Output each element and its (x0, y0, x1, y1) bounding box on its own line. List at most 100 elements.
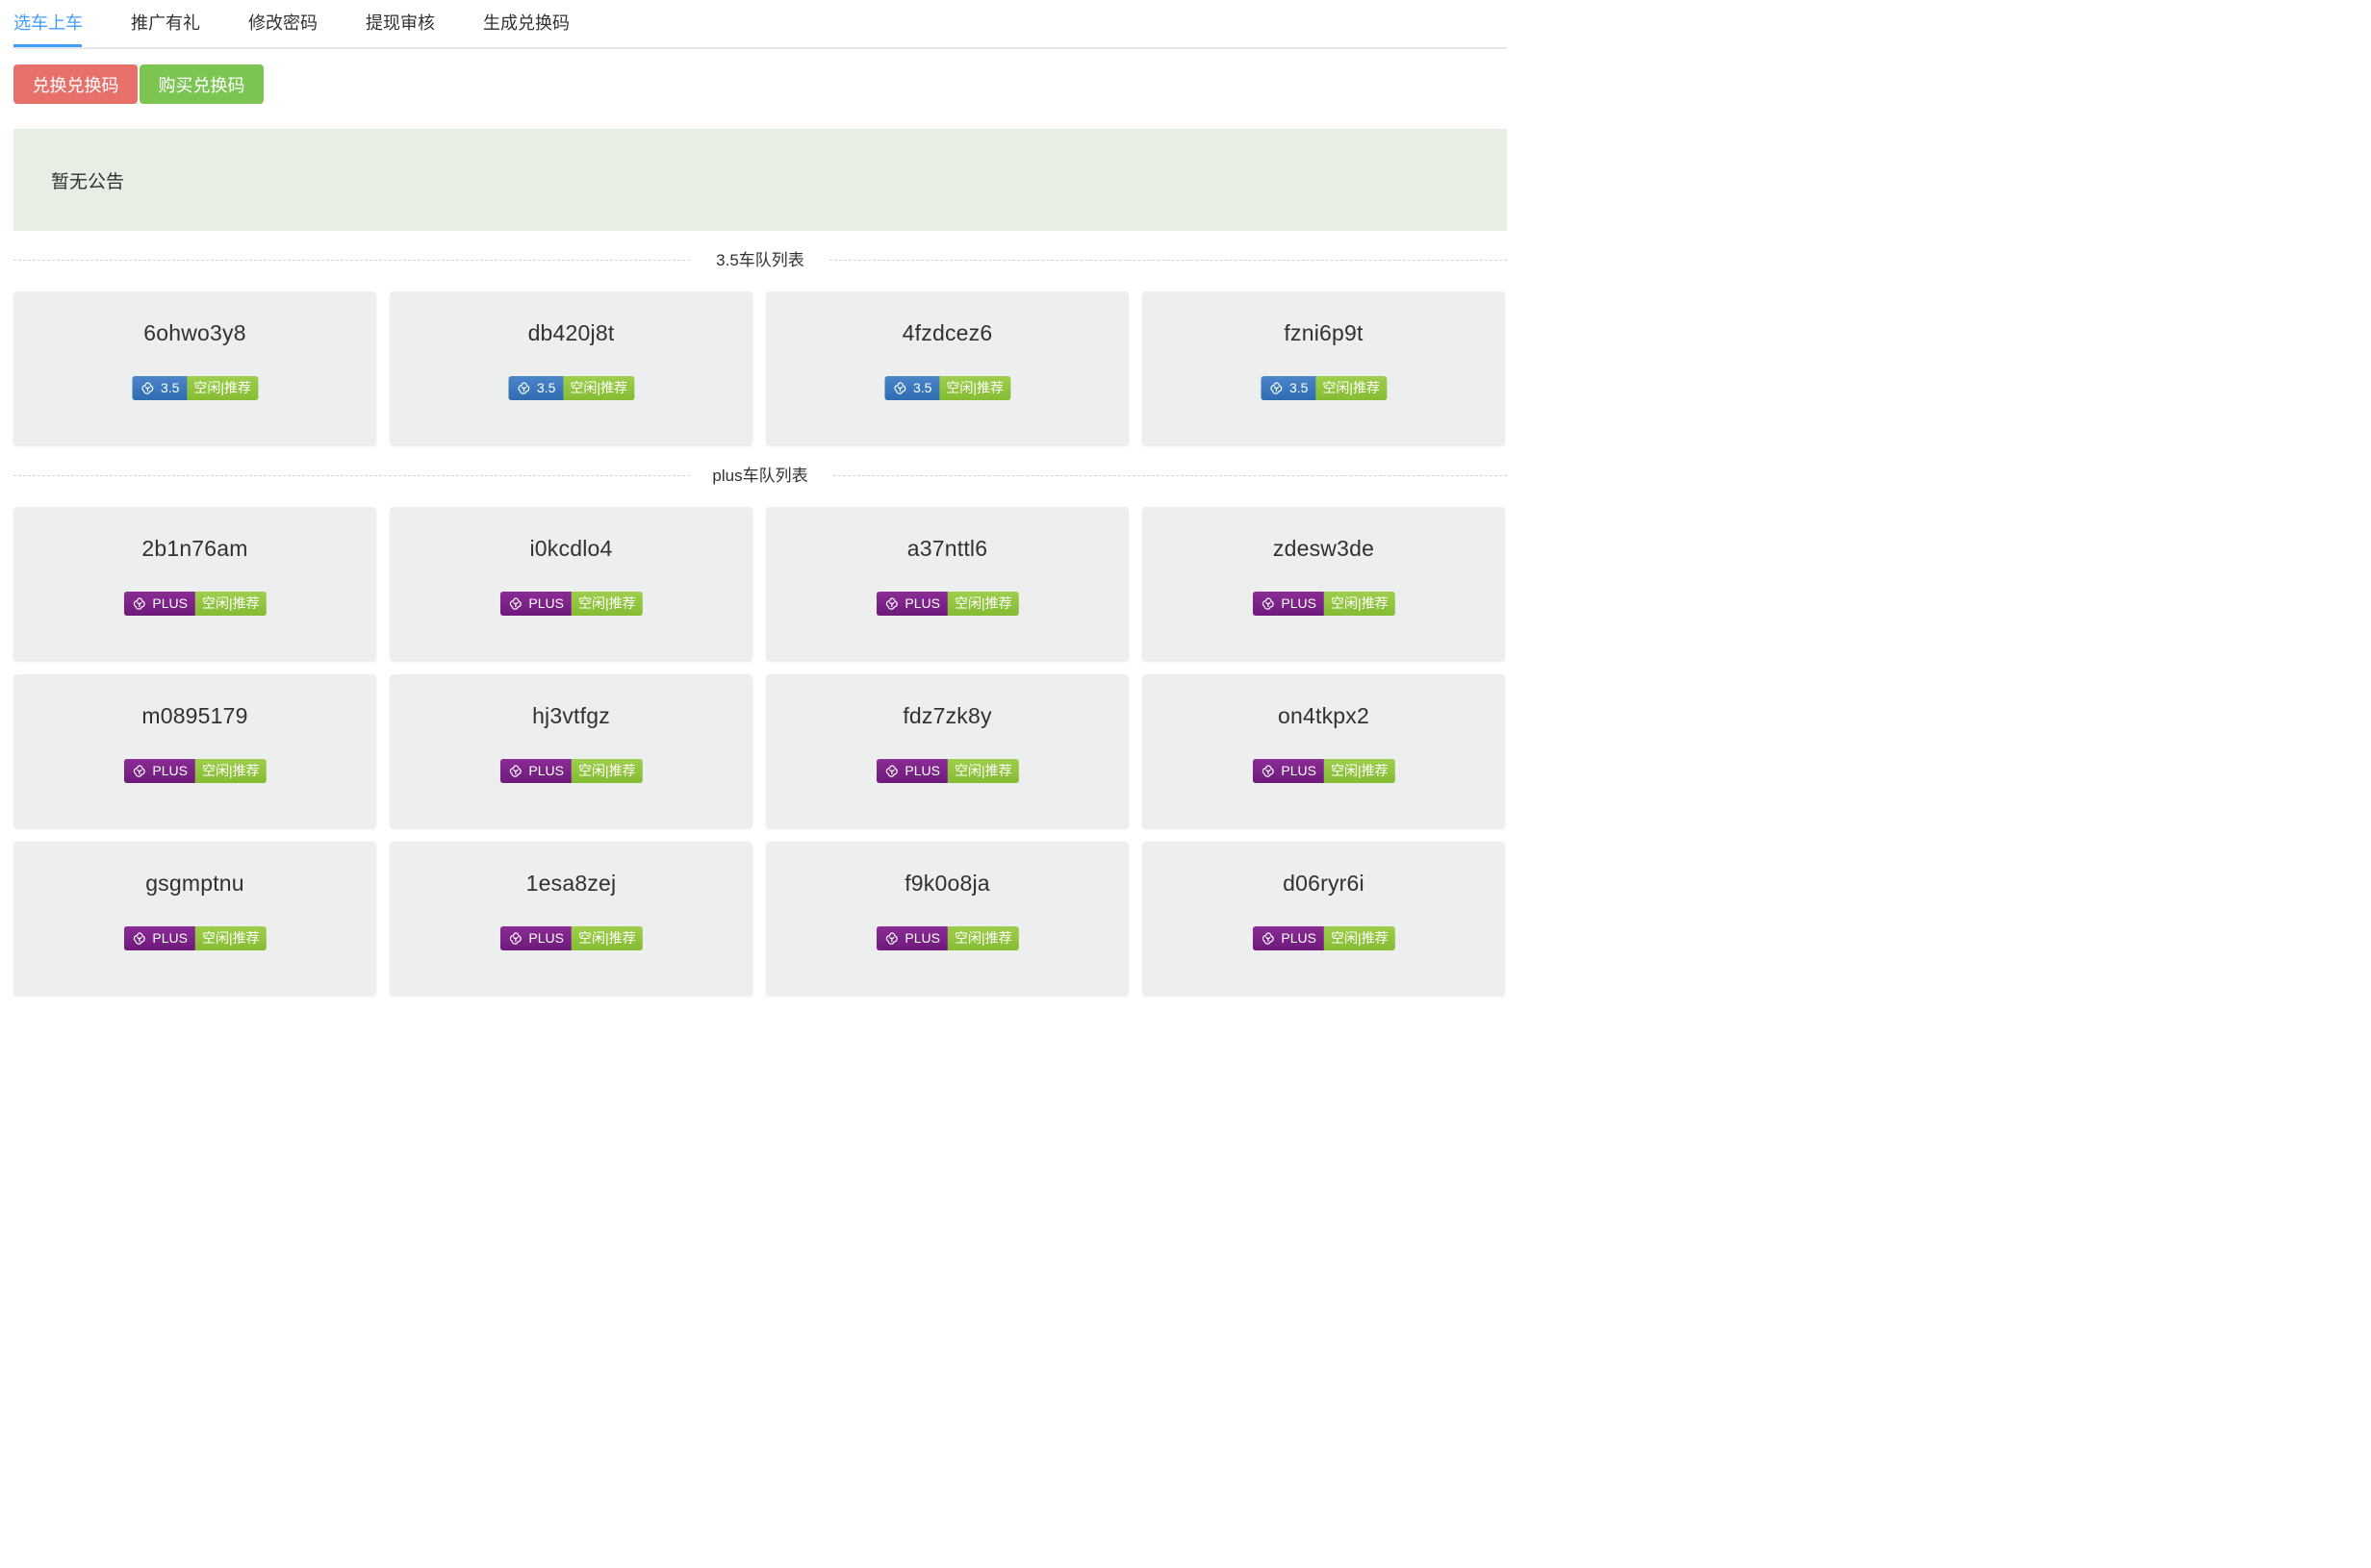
car-name: f9k0o8ja (905, 871, 990, 896)
car-name: a37nttl6 (906, 536, 988, 561)
announcement-panel: 暂无公告 (13, 129, 1507, 231)
car-card[interactable]: i0kcdlo4 PLUS 空闲|推荐 (390, 507, 752, 661)
car-card[interactable]: db420j8t 3.5 空闲|推荐 (390, 291, 752, 445)
status-tag: 空闲|推荐 (571, 759, 643, 783)
status-tag: 空闲|推荐 (939, 376, 1011, 400)
divider-line (829, 260, 1507, 261)
model-tag: 3.5 (131, 376, 188, 400)
model-label: PLUS (905, 763, 940, 778)
car-badge: 3.5 空闲|推荐 (131, 376, 259, 400)
openai-logo-icon (507, 764, 528, 779)
model-tag: PLUS (123, 759, 195, 783)
car-card[interactable]: hj3vtfgz PLUS 空闲|推荐 (390, 674, 752, 828)
tab-select-car[interactable]: 选车上车 (13, 11, 83, 36)
model-tag: PLUS (876, 759, 948, 783)
openai-logo-icon (140, 381, 161, 396)
car-card[interactable]: f9k0o8ja PLUS 空闲|推荐 (766, 842, 1129, 996)
buy-code-button[interactable]: 购买兑换码 (140, 64, 264, 104)
car-name: d06ryr6i (1283, 871, 1364, 896)
model-label: PLUS (152, 763, 188, 778)
active-tab-indicator (13, 44, 82, 47)
redeem-code-button[interactable]: 兑换兑换码 (13, 64, 138, 104)
status-tag: 空闲|推荐 (1323, 592, 1395, 616)
car-card[interactable]: 6ohwo3y8 3.5 空闲|推荐 (13, 291, 376, 445)
tab-generate-code[interactable]: 生成兑换码 (483, 11, 570, 36)
status-tag: 空闲|推荐 (571, 926, 643, 950)
car-card[interactable]: a37nttl6 PLUS 空闲|推荐 (766, 507, 1129, 661)
openai-logo-icon (131, 764, 152, 779)
tab-withdraw-review[interactable]: 提现审核 (366, 11, 435, 36)
car-card[interactable]: 1esa8zej PLUS 空闲|推荐 (390, 842, 752, 996)
car-name: fzni6p9t (1284, 320, 1364, 345)
status-tag: 空闲|推荐 (194, 926, 267, 950)
status-tag: 空闲|推荐 (1315, 376, 1388, 400)
openai-logo-icon (507, 596, 528, 612)
divider-line (13, 475, 690, 476)
model-label: PLUS (905, 595, 940, 611)
car-badge: 3.5 空闲|推荐 (1260, 376, 1388, 400)
car-card[interactable]: gsgmptnu PLUS 空闲|推荐 (13, 842, 376, 996)
car-badge: PLUS 空闲|推荐 (123, 926, 267, 950)
car-name: i0kcdlo4 (529, 536, 613, 561)
divider-line (833, 475, 1507, 476)
openai-logo-icon (1260, 596, 1281, 612)
model-label: PLUS (152, 595, 188, 611)
car-name: m0895179 (141, 703, 248, 728)
model-tag: PLUS (1252, 759, 1324, 783)
section-divider-plus: plus车队列表 (13, 465, 1507, 488)
car-badge: PLUS 空闲|推荐 (123, 759, 267, 783)
car-card[interactable]: fdz7zk8y PLUS 空闲|推荐 (766, 674, 1129, 828)
car-name: 4fzdcez6 (902, 320, 993, 345)
announcement-text: 暂无公告 (51, 172, 125, 192)
openai-logo-icon (516, 381, 537, 396)
model-tag: PLUS (1252, 592, 1324, 616)
status-tag: 空闲|推荐 (194, 592, 267, 616)
section-divider-35: 3.5车队列表 (13, 249, 1507, 272)
status-tag: 空闲|推荐 (947, 592, 1019, 616)
car-card[interactable]: d06ryr6i PLUS 空闲|推荐 (1142, 842, 1505, 996)
status-tag: 空闲|推荐 (1323, 926, 1395, 950)
tab-change-password[interactable]: 修改密码 (248, 11, 318, 36)
model-tag: PLUS (876, 592, 948, 616)
status-tag: 空闲|推荐 (187, 376, 259, 400)
section-title-35: 3.5车队列表 (716, 251, 804, 269)
model-label: PLUS (528, 930, 564, 946)
car-badge: PLUS 空闲|推荐 (876, 926, 1019, 950)
model-tag: PLUS (1252, 926, 1324, 950)
model-tag: PLUS (499, 759, 572, 783)
openai-logo-icon (883, 596, 905, 612)
car-name: zdesw3de (1272, 536, 1375, 561)
car-badge: 3.5 空闲|推荐 (883, 376, 1011, 400)
status-tag: 空闲|推荐 (194, 759, 267, 783)
openai-logo-icon (1260, 764, 1281, 779)
openai-logo-icon (507, 931, 528, 947)
car-card[interactable]: on4tkpx2 PLUS 空闲|推荐 (1142, 674, 1505, 828)
status-tag: 空闲|推荐 (563, 376, 635, 400)
car-card[interactable]: m0895179 PLUS 空闲|推荐 (13, 674, 376, 828)
tab-promotion[interactable]: 推广有礼 (131, 11, 200, 36)
openai-logo-icon (892, 381, 913, 396)
model-label: PLUS (528, 763, 564, 778)
car-card[interactable]: zdesw3de PLUS 空闲|推荐 (1142, 507, 1505, 661)
car-card[interactable]: fzni6p9t 3.5 空闲|推荐 (1142, 291, 1505, 445)
openai-logo-icon (1260, 931, 1281, 947)
openai-logo-icon (131, 931, 152, 947)
model-label: 3.5 (160, 380, 180, 395)
model-tag: 3.5 (507, 376, 564, 400)
openai-logo-icon (131, 596, 152, 612)
openai-logo-icon (1268, 381, 1289, 396)
car-badge: 3.5 空闲|推荐 (507, 376, 635, 400)
status-tag: 空闲|推荐 (947, 759, 1019, 783)
model-tag: PLUS (499, 592, 572, 616)
car-name: db420j8t (527, 320, 615, 345)
model-tag: PLUS (123, 592, 195, 616)
model-label: PLUS (905, 930, 940, 946)
model-label: PLUS (1281, 763, 1316, 778)
car-card[interactable]: 4fzdcez6 3.5 空闲|推荐 (766, 291, 1129, 445)
model-label: PLUS (152, 930, 188, 946)
model-tag: PLUS (123, 926, 195, 950)
model-tag: 3.5 (1260, 376, 1316, 400)
model-tag: PLUS (499, 926, 572, 950)
car-card[interactable]: 2b1n76am PLUS 空闲|推荐 (13, 507, 376, 661)
car-name: 6ohwo3y8 (143, 320, 246, 345)
